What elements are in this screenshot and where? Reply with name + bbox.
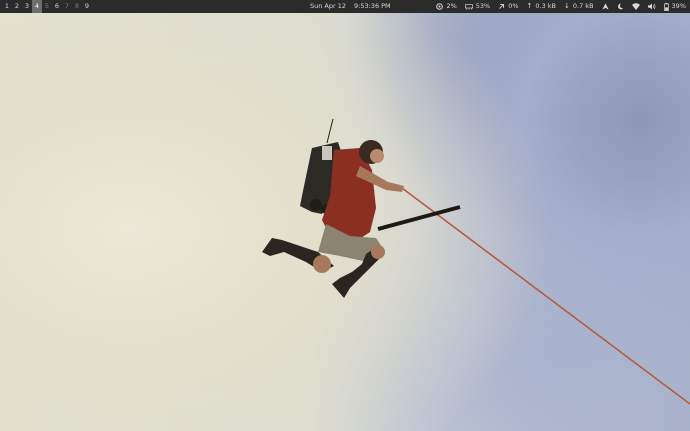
- arrow-down-icon: ↓: [564, 2, 570, 10]
- battery-icon: [663, 2, 669, 11]
- workspace-button-1[interactable]: 1: [2, 0, 12, 13]
- zipline-rope: [401, 187, 690, 405]
- cpu-value: 2%: [446, 2, 457, 10]
- clock-time: 9:53:36 PM: [354, 2, 391, 10]
- workspace-switcher: 123456789: [2, 0, 92, 13]
- wifi-module[interactable]: [631, 3, 640, 10]
- volume-icon: [647, 3, 656, 10]
- desktop-wallpaper: [0, 0, 690, 431]
- cpu-module[interactable]: 2%: [436, 0, 457, 13]
- memory-module[interactable]: 53%: [464, 0, 491, 13]
- wifi-icon: [631, 3, 640, 10]
- disk-module[interactable]: 0%: [498, 0, 519, 13]
- workspace-button-4[interactable]: 4: [32, 0, 42, 13]
- wallpaper-figure: [262, 118, 690, 405]
- upload-module[interactable]: ↑ 0.3 kB: [527, 0, 557, 13]
- workspace-button-6[interactable]: 6: [52, 0, 62, 13]
- workspace-button-9[interactable]: 9: [82, 0, 92, 13]
- arch-logo-icon: [601, 3, 609, 10]
- workspace-button-7[interactable]: 7: [62, 0, 72, 13]
- download-module[interactable]: ↓ 0.7 kB: [564, 0, 594, 13]
- battery-module[interactable]: 39%: [663, 0, 686, 13]
- launcher-button[interactable]: [601, 3, 609, 10]
- volume-module[interactable]: [647, 3, 656, 10]
- download-value: 0.7 kB: [572, 2, 594, 10]
- night-mode-toggle[interactable]: [617, 3, 624, 10]
- top-status-bar: 123456789 Sun Apr 12 9:53:36 PM 2% 53% 0…: [0, 0, 690, 13]
- workspace-button-8[interactable]: 8: [72, 0, 82, 13]
- pole: [377, 205, 461, 231]
- memory-value: 53%: [475, 2, 491, 10]
- disk-icon: [498, 3, 505, 10]
- arrow-up-icon: ↑: [526, 2, 533, 10]
- workspace-button-3[interactable]: 3: [22, 0, 32, 13]
- cpu-icon: [436, 3, 444, 10]
- disk-value: 0%: [508, 2, 519, 10]
- clock[interactable]: Sun Apr 12 9:53:36 PM: [310, 0, 391, 13]
- upload-value: 0.3 kB: [535, 2, 557, 10]
- battery-value: 39%: [671, 2, 686, 10]
- workspace-button-2[interactable]: 2: [12, 0, 22, 13]
- moon-icon: [617, 3, 624, 10]
- memory-icon: [464, 3, 473, 10]
- system-tray: 2% 53% 0% ↑ 0.3 kB ↓ 0.7 kB 39%: [428, 0, 686, 13]
- workspace-button-5[interactable]: 5: [42, 0, 52, 13]
- clock-date: Sun Apr 12: [310, 2, 347, 10]
